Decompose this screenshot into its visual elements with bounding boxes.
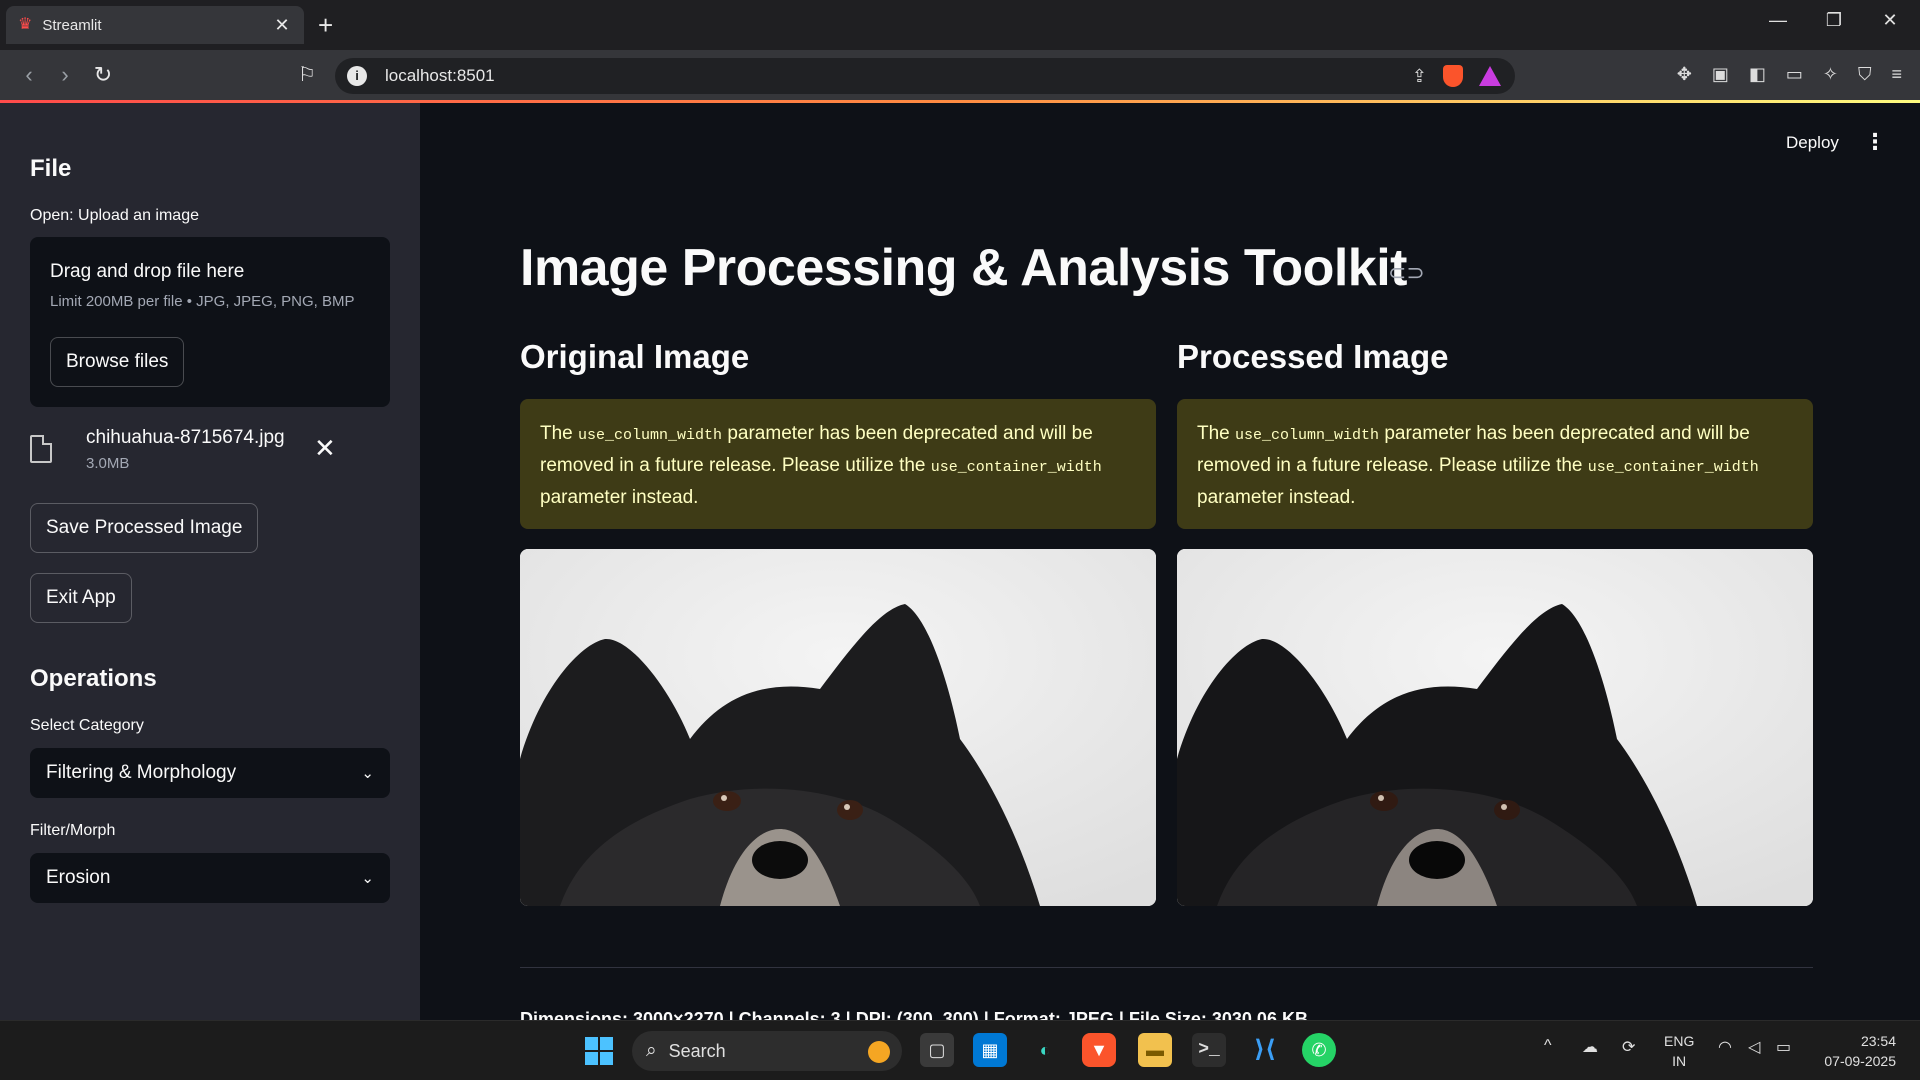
wallet-icon[interactable]: ▭	[1786, 62, 1803, 86]
windows-start-icon[interactable]	[585, 1037, 613, 1065]
original-image-header: Original Image	[520, 338, 750, 375]
extensions-icon[interactable]: ✥	[1677, 62, 1692, 86]
search-highlight-icon	[868, 1041, 890, 1063]
processed-image	[1177, 549, 1813, 906]
kebab-icon[interactable]: ⋮	[1864, 129, 1886, 155]
dropzone-title: Drag and drop file here	[50, 261, 245, 282]
taskbar: ⌕ Search ▢ ▦ ◐ ▼ ▬ >_ ⟩⟨ ✆ ^ ☁ ⟳ ENG IN …	[0, 1020, 1920, 1080]
chevron-down-icon: ⌄	[361, 870, 374, 887]
link-icon[interactable]: ⊂⊃	[1388, 260, 1425, 286]
info-icon[interactable]: i	[347, 66, 367, 86]
taskbar-search[interactable]: ⌕ Search	[632, 1031, 902, 1071]
search-label: Search	[668, 1040, 726, 1061]
leo-icon[interactable]: ✧	[1823, 62, 1838, 86]
onedrive-icon[interactable]: ☁	[1582, 1037, 1598, 1057]
exit-app-button[interactable]: Exit App	[30, 573, 132, 623]
address-bar[interactable]: i localhost:8501 ⇪	[335, 58, 1515, 94]
volume-icon[interactable]: ◁	[1748, 1037, 1760, 1057]
category-value: Filtering & Morphology	[46, 762, 237, 783]
save-processed-image-button[interactable]: Save Processed Image	[30, 503, 259, 553]
file-dropzone[interactable]: Drag and drop file here Limit 200MB per …	[30, 237, 390, 407]
browser-nav-bar: ‹ › ↻ ⚐ i localhost:8501 ⇪ ✥ ▣ ◧ ▭ ✧ ⛉ ≡	[0, 50, 1920, 100]
language-indicator[interactable]: ENG IN	[1664, 1031, 1694, 1071]
battery-icon[interactable]: ▭	[1776, 1037, 1791, 1057]
sync-icon[interactable]: ⟳	[1622, 1037, 1635, 1057]
vscode-icon[interactable]: ⟩⟨	[1248, 1033, 1282, 1067]
file-size: 3.0MB	[86, 455, 130, 472]
browser-tab-bar: ♛ Streamlit ✕ + — ❐ ✕	[0, 0, 1920, 50]
task-view-icon[interactable]: ▢	[920, 1033, 954, 1067]
restore-icon[interactable]: ❐	[1814, 10, 1854, 31]
window-close-icon[interactable]: ✕	[1870, 10, 1910, 31]
sidebar-icon[interactable]: ◧	[1749, 62, 1766, 86]
new-tab-button[interactable]: +	[318, 10, 333, 40]
original-image	[520, 549, 1156, 906]
search-icon: ⌕	[646, 1040, 657, 1061]
sidebar: File Open: Upload an image Drag and drop…	[0, 103, 420, 1020]
brave-icon[interactable]: ▼	[1082, 1033, 1116, 1067]
image-metadata: Dimensions: 3000×2270 | Channels: 3 | DP…	[520, 1009, 1308, 1020]
whatsapp-icon[interactable]: ✆	[1302, 1033, 1336, 1067]
operations-header: Operations	[30, 665, 157, 692]
dropzone-limit: Limit 200MB per file • JPG, JPEG, PNG, B…	[50, 293, 355, 310]
file-icon	[30, 435, 52, 463]
deploy-button[interactable]: Deploy	[1786, 133, 1839, 153]
file-explorer-icon[interactable]: ▬	[1138, 1033, 1172, 1067]
uploaded-file-item: chihuahua-8715674.jpg 3.0MB ✕	[0, 423, 360, 483]
bookmark-icon[interactable]: ⚐	[292, 62, 322, 88]
browse-files-button[interactable]: Browse files	[50, 337, 185, 387]
share-icon[interactable]: ⇪	[1412, 64, 1427, 88]
forward-icon[interactable]: ›	[50, 62, 80, 88]
uploader-label: Open: Upload an image	[30, 207, 199, 224]
wifi-icon[interactable]: ◠	[1718, 1037, 1732, 1057]
back-icon[interactable]: ‹	[14, 62, 44, 88]
deprecation-warning: The use_column_width parameter has been …	[520, 399, 1156, 529]
remove-file-close-icon[interactable]: ✕	[314, 435, 336, 461]
show-hidden-icons-icon[interactable]: ^	[1544, 1037, 1552, 1055]
filter-select[interactable]: Erosion ⌄	[30, 853, 390, 903]
browser-tab[interactable]: ♛ Streamlit ✕	[6, 6, 304, 44]
category-label: Select Category	[30, 717, 144, 734]
page-title: Image Processing & Analysis Toolkit	[520, 239, 1408, 297]
terminal-icon[interactable]: >_	[1192, 1033, 1226, 1067]
deprecation-warning: The use_column_width parameter has been …	[1177, 399, 1813, 529]
vpn-icon[interactable]: ⛉	[1858, 62, 1872, 86]
category-select[interactable]: Filtering & Morphology ⌄	[30, 748, 390, 798]
tab-title: Streamlit	[42, 16, 102, 34]
file-name: chihuahua-8715674.jpg	[86, 427, 285, 448]
divider	[520, 967, 1813, 968]
processed-image-header: Processed Image	[1177, 338, 1449, 375]
chevron-down-icon: ⌄	[361, 765, 374, 782]
streamlit-icon: ♛	[18, 16, 33, 33]
reader-icon[interactable]: ▣	[1712, 62, 1729, 86]
main-content: Deploy ⋮ Image Processing & Analysis Too…	[420, 103, 1920, 1020]
edge-icon[interactable]: ◐	[1028, 1033, 1062, 1067]
brave-rewards-icon[interactable]	[1479, 66, 1501, 86]
filter-value: Erosion	[46, 867, 111, 888]
minimize-icon[interactable]: —	[1758, 10, 1798, 31]
url-text[interactable]: localhost:8501	[385, 66, 495, 86]
tab-close-icon[interactable]: ✕	[272, 15, 292, 36]
menu-icon[interactable]: ≡	[1891, 62, 1902, 86]
file-header: File	[30, 155, 72, 182]
filter-label: Filter/Morph	[30, 822, 116, 839]
brave-shield-icon[interactable]	[1443, 65, 1463, 87]
reload-icon[interactable]: ↻	[88, 62, 118, 88]
store-icon[interactable]: ▦	[973, 1033, 1007, 1067]
clock[interactable]: 23:54 07-09-2025	[1824, 1031, 1896, 1071]
